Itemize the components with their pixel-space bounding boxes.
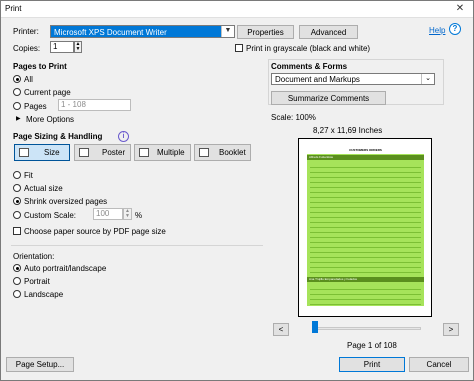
multiple-mode-label: Multiple — [157, 148, 185, 157]
poster-icon — [79, 148, 89, 157]
page-slider-thumb[interactable] — [312, 321, 318, 333]
all-radio[interactable] — [13, 75, 21, 83]
more-options-link[interactable]: More Options — [26, 115, 74, 124]
booklet-mode-button[interactable]: Booklet — [194, 144, 251, 161]
preview-doc-header: CUSTOMERS ORDERS — [307, 147, 424, 154]
actual-size-radio[interactable] — [13, 184, 21, 192]
help-link[interactable]: Help — [429, 26, 445, 35]
pages-label: Pages — [24, 102, 47, 111]
poster-mode-button[interactable]: Poster — [74, 144, 131, 161]
paper-source-checkbox[interactable] — [13, 227, 21, 235]
fit-radio[interactable] — [13, 171, 21, 179]
advanced-button[interactable]: Advanced — [299, 25, 358, 39]
scale-stepper[interactable]: ▲ ▼ — [123, 208, 132, 220]
shrink-label: Shrink oversized pages — [24, 197, 108, 206]
printer-select[interactable]: Microsoft XPS Document Writer ▼ — [50, 25, 235, 38]
booklet-mode-label: Booklet — [219, 148, 246, 157]
prev-page-button[interactable]: < — [273, 323, 289, 336]
print-button[interactable]: Print — [339, 357, 405, 372]
info-icon[interactable]: i — [118, 131, 129, 142]
portrait-radio[interactable] — [13, 277, 21, 285]
grayscale-checkbox[interactable] — [235, 44, 243, 52]
multiple-icon — [139, 148, 149, 157]
portrait-label: Portrait — [24, 277, 50, 286]
next-page-button[interactable]: > — [443, 323, 459, 336]
custom-scale-value: 100 — [96, 209, 110, 218]
fit-label: Fit — [24, 171, 33, 180]
chevron-down-icon: ⌄ — [421, 74, 434, 84]
printer-label: Printer: — [13, 27, 39, 36]
comments-title: Comments & Forms — [271, 62, 348, 71]
percent-label: % — [135, 211, 143, 220]
sizing-group-title: Page Sizing & Handling — [13, 132, 103, 141]
grayscale-label: Print in grayscale (black and white) — [246, 44, 371, 53]
current-page-radio[interactable] — [13, 88, 21, 96]
page-range-value: 1 - 108 — [61, 100, 86, 109]
copies-value: 1 — [53, 42, 58, 51]
title-bar: Print ✕ — [1, 1, 473, 18]
preview-page: CUSTOMERS ORDERS Alfreds Futterkiste Ana… — [298, 138, 432, 317]
orientation-title: Orientation: — [13, 252, 55, 261]
comments-select[interactable]: Document and Markups ⌄ — [271, 73, 435, 85]
print-dialog: Print ✕ Printer: Microsoft XPS Document … — [0, 0, 474, 381]
custom-scale-input[interactable]: 100 — [93, 208, 123, 220]
close-icon[interactable]: ✕ — [447, 1, 473, 17]
comments-value: Document and Markups — [275, 75, 360, 84]
preview-content: CUSTOMERS ORDERS Alfreds Futterkiste Ana… — [307, 147, 424, 306]
copies-input[interactable]: 1 — [50, 41, 74, 53]
preview-size: 8,27 x 11,69 Inches — [313, 126, 383, 135]
summarize-comments-button[interactable]: Summarize Comments — [271, 91, 386, 105]
preview-rows-1 — [310, 163, 421, 275]
all-label: All — [24, 75, 33, 84]
actual-size-label: Actual size — [24, 184, 63, 193]
printer-value: Microsoft XPS Document Writer — [54, 28, 167, 37]
preview-scale: Scale: 100% — [271, 113, 316, 122]
landscape-radio[interactable] — [13, 290, 21, 298]
divider — [11, 245, 263, 246]
page-indicator: Page 1 of 108 — [347, 341, 397, 350]
booklet-icon — [199, 148, 209, 157]
multiple-mode-button[interactable]: Multiple — [134, 144, 191, 161]
pages-radio[interactable] — [13, 102, 21, 110]
page-setup-button[interactable]: Page Setup... — [6, 357, 74, 372]
preview-section-2: Ana Trujillo Emparedados y helados — [307, 277, 424, 282]
triangle-right-icon[interactable]: ▶ — [16, 115, 21, 122]
custom-scale-radio[interactable] — [13, 211, 21, 219]
poster-mode-label: Poster — [102, 148, 126, 157]
size-icon — [19, 148, 29, 157]
preview-section-1: Alfreds Futterkiste — [307, 155, 424, 160]
copies-label: Copies: — [13, 44, 41, 53]
shrink-radio[interactable] — [13, 197, 21, 205]
auto-orientation-radio[interactable] — [13, 264, 21, 272]
help-icon[interactable]: ? — [449, 23, 461, 35]
size-mode-button[interactable]: Size — [14, 144, 70, 161]
cancel-button[interactable]: Cancel — [409, 357, 469, 372]
landscape-label: Landscape — [24, 290, 64, 299]
paper-source-label: Choose paper source by PDF page size — [24, 227, 166, 236]
copies-stepper[interactable]: ▲ ▼ — [74, 41, 82, 53]
chevron-down-icon: ▼ — [221, 26, 234, 37]
size-mode-label: Size — [44, 148, 60, 157]
properties-button[interactable]: Properties — [237, 25, 294, 39]
preview-rows-2 — [310, 285, 421, 305]
page-range-input[interactable]: 1 - 108 — [58, 99, 131, 111]
auto-orientation-label: Auto portrait/landscape — [24, 264, 107, 273]
current-page-label: Current page — [24, 88, 71, 97]
custom-scale-label: Custom Scale: — [24, 211, 77, 220]
pages-group-title: Pages to Print — [13, 62, 67, 71]
window-title: Print — [5, 4, 22, 13]
page-slider-track[interactable] — [313, 327, 421, 330]
